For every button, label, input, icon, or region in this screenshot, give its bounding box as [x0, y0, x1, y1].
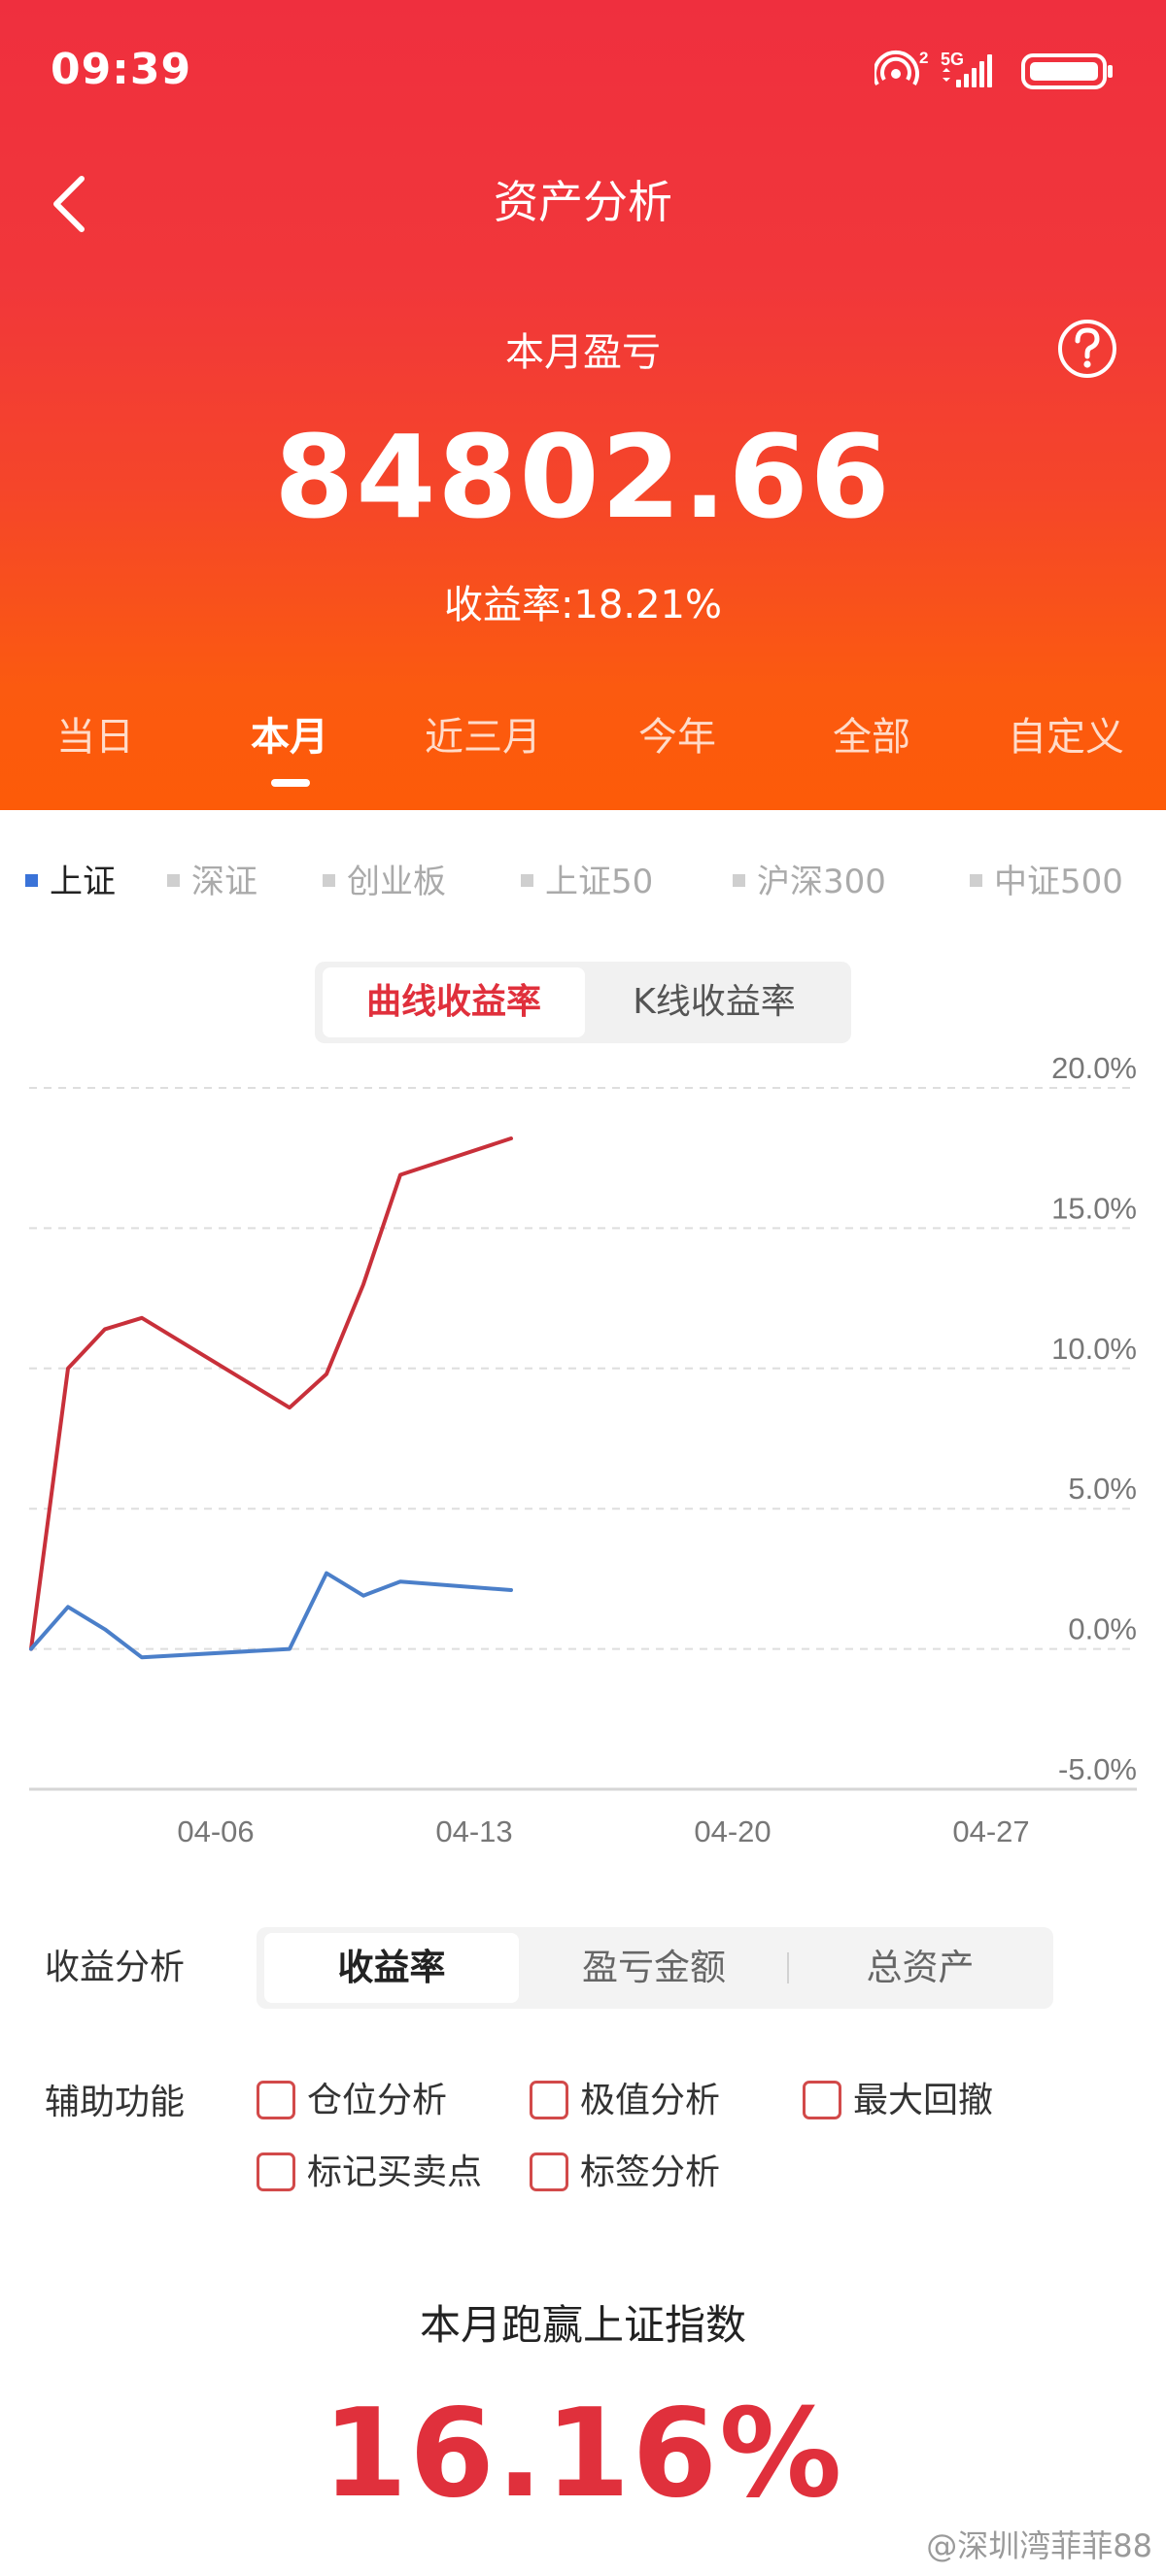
hotspot-icon: [874, 50, 919, 86]
y-tick-label: 10.0%: [1051, 1332, 1137, 1366]
question-circle-icon: [1058, 320, 1116, 378]
segment-divider: [787, 1952, 789, 1983]
tab-this-year[interactable]: 今年: [585, 705, 770, 762]
checkbox-label: 仓位分析: [307, 2081, 448, 2120]
y-tick-label: 0.0%: [1068, 1612, 1137, 1646]
page-title: 资产分析: [494, 176, 672, 228]
profit-amount-option[interactable]: 盈亏金额: [527, 1933, 781, 2003]
sim-badge: 2: [919, 49, 928, 67]
index-sse50[interactable]: 上证50: [521, 855, 653, 902]
index-chinext[interactable]: 创业板: [323, 855, 446, 902]
checkbox-icon: [257, 2152, 295, 2191]
help-button[interactable]: [1056, 318, 1118, 380]
mark-trades-checkbox[interactable]: 标记买卖点: [257, 2144, 482, 2192]
legend-square-icon: [970, 874, 982, 887]
tab-this-month[interactable]: 本月: [197, 705, 382, 762]
watermark: @深圳湾菲菲88: [926, 2527, 1152, 2564]
tab-all[interactable]: 全部: [779, 705, 964, 762]
active-tab-indicator: [271, 779, 310, 787]
beat-index-value: 16.16%: [322, 2382, 844, 2525]
battery-icon: [1021, 53, 1113, 89]
profit-value: 84802.66: [274, 410, 892, 544]
index-label: 上证50: [545, 863, 654, 901]
index-return-line: [29, 1571, 513, 1660]
analysis-label: 收益分析: [45, 1948, 186, 1987]
y-tick-label: 5.0%: [1068, 1472, 1137, 1506]
network-label: 5G: [941, 50, 964, 69]
return-rate-option[interactable]: 收益率: [264, 1933, 519, 2003]
y-tick-label: 20.0%: [1051, 1051, 1137, 1085]
tab-today[interactable]: 当日: [3, 705, 188, 762]
position-analysis-checkbox[interactable]: 仓位分析: [257, 2072, 447, 2120]
checkbox-icon: [530, 2081, 568, 2119]
status-icons: 2 5G: [874, 49, 1113, 89]
checkbox-icon: [530, 2152, 568, 2191]
legend-square-icon: [167, 874, 180, 887]
x-tick-label: 04-06: [177, 1814, 254, 1848]
legend-square-icon: [25, 874, 38, 887]
period-tabs: 当日 本月 近三月 今年 全部 自定义: [0, 705, 1166, 793]
max-drawdown-checkbox[interactable]: 最大回撤: [803, 2072, 993, 2120]
index-label: 深证: [191, 863, 257, 901]
legend-square-icon: [733, 874, 745, 887]
chart-type-toggle: 曲线收益率 K线收益率: [315, 962, 851, 1043]
legend-square-icon: [521, 874, 533, 887]
index-label: 上证: [50, 863, 116, 901]
checkbox-label: 标记买卖点: [307, 2152, 483, 2192]
beat-index-title: 本月跑赢上证指数: [419, 2301, 746, 2349]
header: 09:39 2 5G 资产分析 本月盈亏 84802.66 收益率:18.21%…: [0, 0, 1166, 810]
tab-three-months[interactable]: 近三月: [391, 705, 575, 762]
checkbox-label: 标签分析: [580, 2152, 721, 2192]
aux-label: 辅助功能: [45, 2083, 186, 2122]
tab-custom[interactable]: 自定义: [974, 705, 1158, 762]
tag-analysis-checkbox[interactable]: 标签分析: [530, 2144, 720, 2192]
summary-label: 本月盈亏: [505, 330, 661, 375]
checkbox-icon: [803, 2081, 841, 2119]
portfolio-return-line: [29, 1136, 513, 1651]
y-tick-label: 15.0%: [1051, 1191, 1137, 1225]
checkbox-label: 最大回撤: [853, 2081, 994, 2120]
return-rate: 收益率:18.21%: [444, 583, 722, 627]
extreme-analysis-checkbox[interactable]: 极值分析: [530, 2072, 720, 2120]
checkbox-label: 极值分析: [580, 2081, 721, 2120]
index-label: 创业板: [347, 863, 446, 901]
checkbox-icon: [257, 2081, 295, 2119]
legend-square-icon: [323, 874, 335, 887]
status-time: 09:39: [51, 45, 192, 94]
return-chart: 20.0% 15.0% 10.0% 5.0% 0.0% -5.0% 04-06 04-13 0…: [29, 1051, 1137, 1848]
index-csi500[interactable]: 中证500: [970, 855, 1123, 902]
index-selector: 上证 深证 创业板 上证50 沪深300 中证500: [0, 855, 1166, 903]
index-label: 沪深300: [757, 863, 886, 901]
total-assets-option[interactable]: 总资产: [793, 1933, 1047, 2003]
index-shenzhen[interactable]: 深证: [167, 855, 257, 902]
kline-return-option[interactable]: K线收益率: [585, 967, 843, 1037]
index-label: 中证500: [994, 863, 1123, 901]
y-tick-label: -5.0%: [1058, 1752, 1137, 1786]
x-tick-label: 04-20: [694, 1814, 771, 1848]
index-shanghai[interactable]: 上证: [25, 855, 116, 902]
x-tick-label: 04-27: [952, 1814, 1029, 1848]
x-tick-label: 04-13: [435, 1814, 512, 1848]
index-csi300[interactable]: 沪深300: [733, 855, 886, 902]
analysis-toggle: 收益率 盈亏金额 总资产: [257, 1927, 1053, 2009]
curve-return-option[interactable]: 曲线收益率: [323, 967, 585, 1037]
